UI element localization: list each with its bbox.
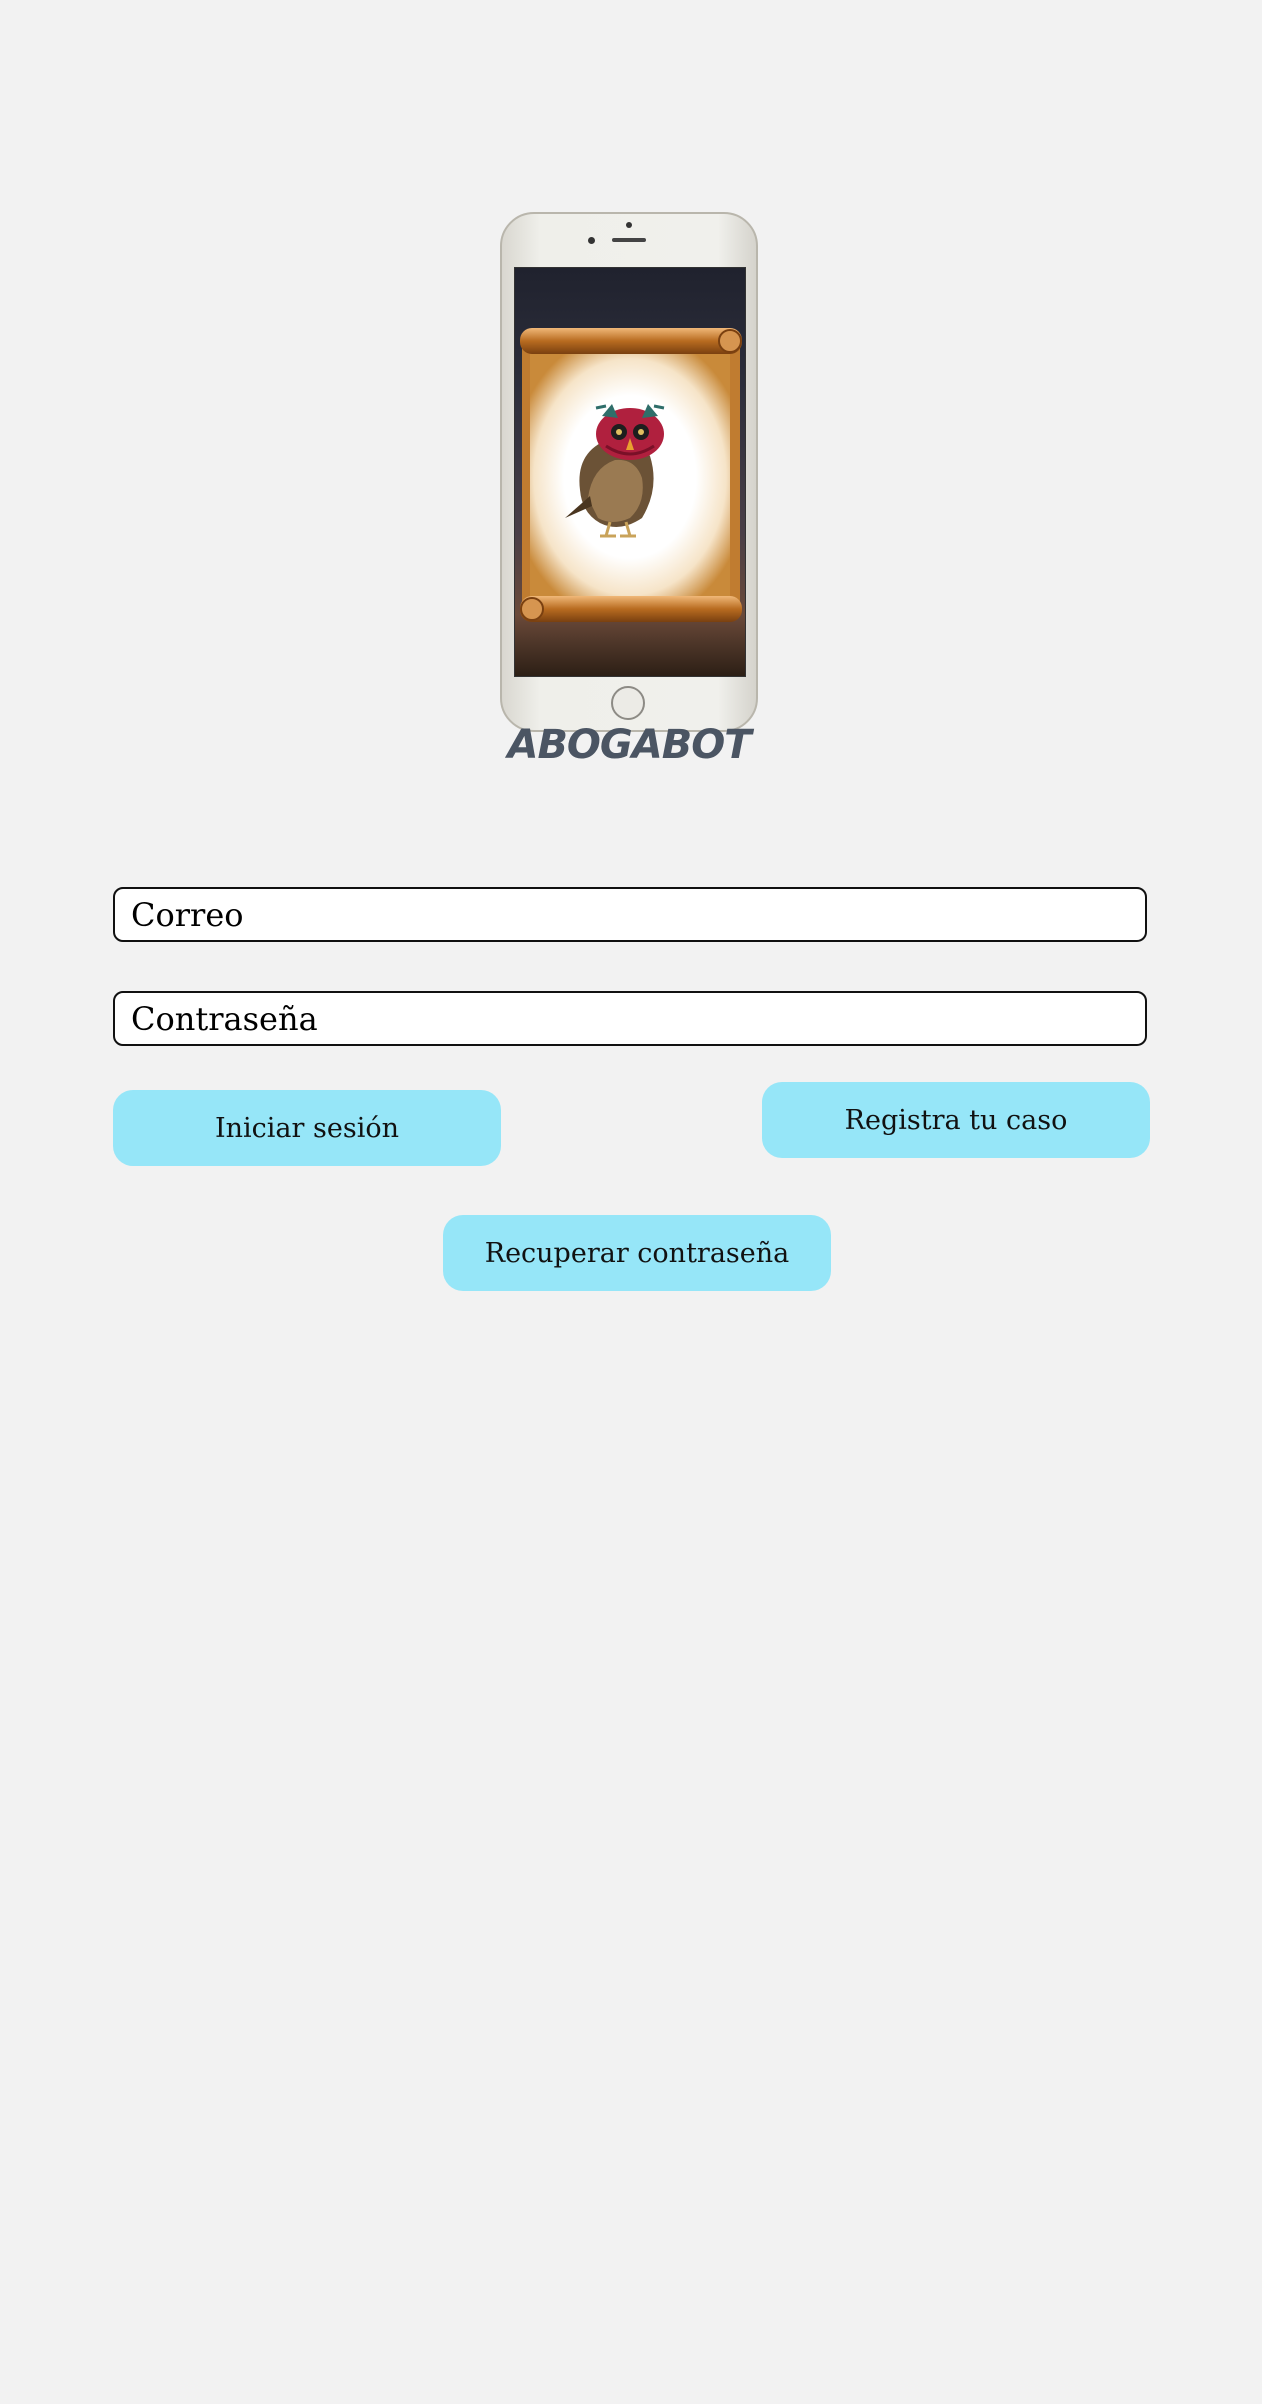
- phone-speaker-icon: [612, 238, 646, 242]
- app-name: ABOGABOT: [507, 722, 751, 768]
- phone-logo-image: [500, 212, 758, 732]
- phone-home-button-icon: [611, 686, 645, 720]
- phone-sensor-icon: [588, 237, 595, 244]
- phone-camera-icon: [626, 222, 632, 228]
- phone-screen: [514, 267, 746, 677]
- email-field[interactable]: [113, 887, 1147, 942]
- register-case-button[interactable]: Registra tu caso: [762, 1082, 1150, 1158]
- login-button[interactable]: Iniciar sesión: [113, 1090, 501, 1166]
- owl-scroll-illustration: [520, 328, 742, 622]
- password-field[interactable]: [113, 991, 1147, 1046]
- recover-password-button[interactable]: Recuperar contraseña: [443, 1215, 831, 1291]
